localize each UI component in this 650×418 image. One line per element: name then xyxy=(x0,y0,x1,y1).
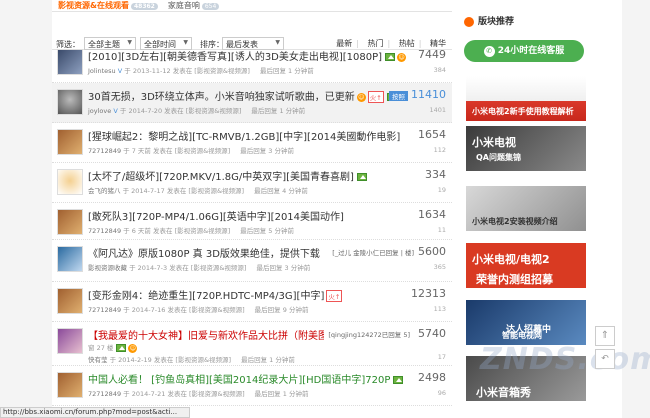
view-count: 1401 xyxy=(429,106,446,114)
back-to-top-button[interactable]: ⇑ xyxy=(595,326,615,346)
table-row[interactable]: 中国人必看！ [钓鱼岛真相][美国2014纪录大片][HD国语中字]720P 7… xyxy=(52,366,452,406)
avatar[interactable] xyxy=(57,89,83,115)
author[interactable]: 会飞的猪八 xyxy=(88,187,121,195)
thread-title[interactable]: [变形金刚4：绝迹重生][720P.HDTC-MP4/3G][中字] 火↑ xyxy=(88,287,406,302)
author[interactable]: 72712849 xyxy=(88,147,121,155)
reply-count: 5600 xyxy=(418,245,446,258)
tab-movie-resources[interactable]: 影视资源&在线观看 48362 xyxy=(58,0,158,11)
reply-count: 12313 xyxy=(411,287,446,300)
hot-icon: ☺ xyxy=(128,343,138,353)
reply-count: 1654 xyxy=(418,128,446,141)
reply-count: 7449 xyxy=(418,48,446,61)
thread-title[interactable]: [猩球崛起2：黎明之战][TC-RMVB/1.2GB][中字][2014美國動作… xyxy=(88,128,406,143)
table-row[interactable]: [敢死队3][720P-MP4/1.06G][英语中字][2014美国动作] 7… xyxy=(52,203,452,240)
thread-tag: [qingjing124272已回复 5] xyxy=(328,331,410,339)
thread-tag: [_过儿 金陵小仁已回复 | 楼] xyxy=(332,249,414,257)
thread-meta: 影视资源收藏 于 2014-7-3 发表在 [影视资源&视频源] 最后回复 3 分… xyxy=(88,264,311,272)
view-count: 384 xyxy=(433,66,446,74)
pinned-tag: 按照 xyxy=(389,91,408,101)
tab-count: 48362 xyxy=(130,3,158,10)
table-row[interactable]: [猩球崛起2：黎明之战][TC-RMVB/1.2GB][中字][2014美國動作… xyxy=(52,123,452,163)
watermark: ZNDS.com xyxy=(480,342,650,377)
reply-count: 334 xyxy=(425,168,446,181)
avatar[interactable] xyxy=(57,49,83,75)
table-row[interactable]: 30首无损，3D环绕立体声。小米音响独家试听歌曲，已更新 ☺ 火↑ 按照 joylo… xyxy=(52,83,452,123)
thread-meta: 72712849 于 2014-7-21 发表在 [影视资源&视频源] 最后回复 … xyxy=(88,390,309,398)
thread-meta: 快有莹 于 2014-2-19 发表在 [影视资源&视频源] 最后回复 1 分钟前 xyxy=(88,356,295,364)
avatar[interactable] xyxy=(57,169,83,195)
tab-home-audio[interactable]: 家庭音响 654 xyxy=(168,0,220,11)
reply-count: 11410 xyxy=(411,88,446,101)
table-row[interactable]: [变形金刚4：绝迹重生][720P.HDTC-MP4/3G][中字] 火↑ 727… xyxy=(52,282,452,322)
view-count: 112 xyxy=(433,146,446,154)
sidebar-title: 版块推荐 xyxy=(464,14,588,28)
thread-meta: 会飞的猪八 于 2014-7-17 发表在 [影视资源&视频源] 最后回复 4 分… xyxy=(88,187,308,195)
banner-expert-recruit[interactable]: 达人招募中 智能电视网 xyxy=(466,300,586,345)
author[interactable]: Jolintesu xyxy=(88,67,116,75)
return-button[interactable]: ↶ xyxy=(595,349,615,369)
reply-count: 1634 xyxy=(418,208,446,221)
avatar[interactable] xyxy=(57,288,83,314)
author[interactable]: 72712849 xyxy=(88,227,121,235)
hot-badge: 火↑ xyxy=(367,91,384,103)
bullet-icon xyxy=(464,16,474,27)
avatar[interactable] xyxy=(57,129,83,155)
author[interactable]: 72712849 xyxy=(88,390,121,398)
hot-badge: 火↑ xyxy=(326,290,343,302)
table-row[interactable]: 《阿凡达》原版1080P 真 3D版效果绝佳，提供下载 [_过儿 金陵小仁已回复… xyxy=(52,240,452,282)
author[interactable]: 影视资源收藏 xyxy=(88,264,127,272)
thread-title[interactable]: 《阿凡达》原版1080P 真 3D版效果绝佳，提供下载 xyxy=(88,245,328,260)
author[interactable]: 快有莹 xyxy=(88,356,108,364)
customer-service-button[interactable]: ✆ 24小时在线客服 xyxy=(464,40,584,62)
thread-title[interactable]: 中国人必看！ [钓鱼岛真相][美国2014纪录大片][HD国语中字]720P xyxy=(88,371,406,386)
thread-title[interactable]: [2010][3D左右][朝美德香写真][诱人的3D美女走出电视][1080P]… xyxy=(88,48,406,63)
image-icon xyxy=(385,53,396,61)
image-icon xyxy=(393,376,404,384)
view-count: 11 xyxy=(437,226,446,234)
view-count: 113 xyxy=(433,305,446,313)
reply-count: 5740 xyxy=(418,327,446,340)
hot-icon: ☺ xyxy=(397,52,406,62)
headset-icon: ✆ xyxy=(483,46,495,57)
thread-list-panel: 影视资源&在线观看 48362 家庭音响 654 筛选： 全部主题 ▼ 全部时间 ▼ 排… xyxy=(52,0,452,418)
thread-meta: 72712849 于 6 天前 发表在 [影视资源&视频源] 最后回复 5 分钟前 xyxy=(88,227,295,235)
banner-beta-recruit[interactable]: 小米电视/电视2 荣誉内测组招募 xyxy=(466,243,586,288)
avatar[interactable] xyxy=(57,246,83,272)
view-count: 365 xyxy=(433,263,446,271)
image-icon xyxy=(116,344,127,352)
thread-meta: 72712849 于 2014-7-16 发表在 [影视资源&视频源] 最后回复 … xyxy=(88,306,309,314)
thread-title[interactable]: [敢死队3][720P-MP4/1.06G][英语中字][2014美国动作] xyxy=(88,208,406,223)
view-count: 17 xyxy=(437,353,446,361)
reply-count: 2498 xyxy=(418,371,446,384)
tab-count: 654 xyxy=(201,3,220,10)
avatar[interactable] xyxy=(57,372,83,398)
view-count: 19 xyxy=(437,186,446,194)
table-row[interactable]: 【我最爱的十大女神】旧爱与新欢作品大比拼（附美图） [qingjing12427… xyxy=(52,322,452,366)
image-icon xyxy=(356,173,367,181)
thread-meta: Jolintesu V 于 2013-11-12 发表在 [影视资源&视频源] 最… xyxy=(88,67,314,75)
author[interactable]: 72712849 xyxy=(88,306,121,314)
thread-meta: joylove V 于 2014-7-20 发表在 [影视资源&视频源] 最后回复… xyxy=(88,107,306,115)
table-row[interactable]: [太坏了/超级坏][720P.MKV/1.8G/中英双字][美国青春喜剧] 会飞… xyxy=(52,163,452,203)
avatar[interactable] xyxy=(57,328,83,354)
forum-tabs: 影视资源&在线观看 48362 家庭音响 654 xyxy=(52,0,452,12)
banner-install-video[interactable]: 小米电视2安装视频介绍 xyxy=(466,186,586,231)
left-background xyxy=(0,0,52,418)
browser-status-bar: http://bbs.xiaomi.cn/forum.php?mod=post&… xyxy=(0,407,190,418)
thread-extra: 窗 27 楼 ☺ xyxy=(88,343,138,353)
thread-title[interactable]: 30首无损，3D环绕立体声。小米音响独家试听歌曲，已更新 ☺ 火↑ xyxy=(88,88,406,103)
thread-meta: 72712849 于 7 天前 发表在 [影视资源&视频源] 最后回复 3 分钟前 xyxy=(88,147,295,155)
banner-qa[interactable]: 小米电视 QA问题集锦 xyxy=(466,126,586,171)
avatar[interactable] xyxy=(57,209,83,235)
view-count: 96 xyxy=(437,389,446,397)
table-row[interactable]: [2010][3D左右][朝美德香写真][诱人的3D美女走出电视][1080P]… xyxy=(52,43,452,83)
banner-tutorial[interactable]: 小米电视2新手使用教程解析 xyxy=(466,76,586,121)
hot-icon: ☺ xyxy=(356,92,366,102)
thread-title[interactable]: [太坏了/超级坏][720P.MKV/1.8G/中英双字][美国青春喜剧] xyxy=(88,168,406,183)
thread-title[interactable]: 【我最爱的十大女神】旧爱与新欢作品大比拼（附美图） xyxy=(88,327,324,342)
author[interactable]: joylove xyxy=(88,107,111,115)
